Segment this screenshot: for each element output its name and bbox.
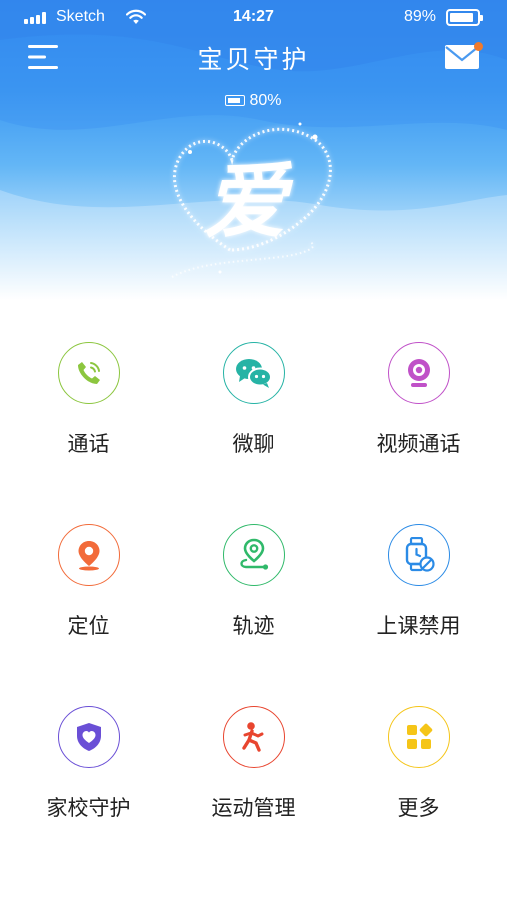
page-title: 宝贝守护 [197,45,310,74]
watch-disable-icon [388,524,450,586]
shield-heart-icon [58,706,120,768]
route-icon [223,524,285,586]
feature-label: 视频通话 [376,432,461,456]
love-heart-graphic: 爱 [171,122,332,278]
feature-sports[interactable]: 运动管理 [169,664,338,846]
feature-label: 轨迹 [232,614,275,638]
device-battery-icon [225,95,246,106]
feature-label: 更多 [397,796,440,820]
device-battery-level: 80% [249,92,282,109]
feature-location[interactable]: 定位 [4,482,173,664]
unread-badge [474,42,483,51]
feature-class-disable[interactable]: 上课禁用 [334,482,503,664]
battery-icon [446,9,483,26]
status-bar: Sketch 14:27 89% [0,0,507,34]
feature-label: 家校守护 [46,796,131,820]
running-icon [223,706,285,768]
feature-track[interactable]: 轨迹 [169,482,338,664]
feature-call[interactable]: 通话 [4,300,173,482]
phone-icon [58,342,120,404]
feature-more[interactable]: 更多 [334,664,503,846]
location-pin-icon [58,524,120,586]
wechat-icon [223,342,285,404]
webcam-icon [388,342,450,404]
love-character: 爱 [204,154,294,250]
feature-school-guard[interactable]: 家校守护 [4,664,173,846]
feature-label: 定位 [67,614,110,638]
feature-video-call[interactable]: 视频通话 [334,300,503,482]
feature-label: 微聊 [232,432,275,456]
device-battery: 80% [0,92,507,110]
feature-label: 通话 [67,432,110,456]
feature-chat[interactable]: 微聊 [169,300,338,482]
feature-label: 运动管理 [211,796,296,820]
feature-label: 上课禁用 [376,614,461,638]
header-banner: Sketch 14:27 89% 宝贝守护 80% 爱 [0,0,507,300]
battery-percent: 89% [404,8,437,25]
more-grid-icon [388,706,450,768]
